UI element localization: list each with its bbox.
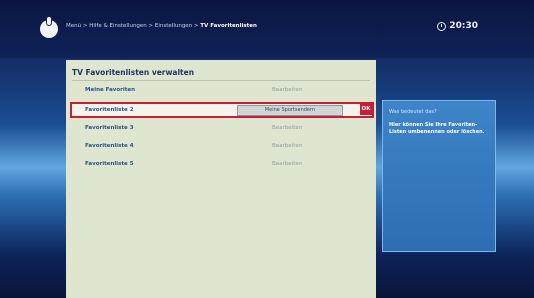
help-text: Hier können Sie Ihre Favoriten-Listen um… — [389, 122, 485, 135]
list-item-label: Favoritenliste 4 — [85, 143, 134, 149]
list-item-favoritenliste-2[interactable]: Favoritenliste 2 Meine Sportsendern — [70, 102, 374, 118]
help-panel: Was bedeutet das? Hier können Sie Ihre F… — [382, 100, 496, 252]
list-item-meine-favoriten[interactable]: Meine Favoriten Bearbeiten — [72, 84, 372, 96]
app-logo-icon — [40, 17, 58, 38]
list-item-label: Favoritenliste 3 — [85, 125, 134, 131]
list-item-favoritenliste-4[interactable]: Favoritenliste 4 Bearbeiten — [72, 140, 372, 152]
breadcrumb-path: Menü > Hilfe & Einstellungen > Einstellu… — [66, 23, 199, 29]
clock-time: 20:30 — [449, 21, 478, 31]
breadcrumb-current: TV Favoritenlisten — [200, 23, 257, 29]
list-item-value: Bearbeiten — [272, 87, 303, 93]
panel-title: TV Favoritenlisten verwalten — [72, 68, 195, 77]
help-title: Was bedeutet das? — [389, 109, 437, 115]
clock-icon — [437, 21, 447, 31]
list-item-label: Favoritenliste 2 — [85, 107, 134, 113]
clock: 20:30 — [437, 21, 478, 31]
ok-button[interactable]: OK — [360, 104, 372, 115]
list-item-label: Meine Favoriten — [85, 87, 136, 93]
top-bar: Menü > Hilfe & Einstellungen > Einstellu… — [0, 0, 534, 58]
list-item-value: Bearbeiten — [272, 161, 303, 167]
title-divider — [72, 80, 370, 81]
list-item-favoritenliste-5[interactable]: Favoritenliste 5 Bearbeiten — [72, 158, 372, 170]
name-input[interactable]: Meine Sportsendern — [237, 105, 343, 116]
list-item-favoritenliste-3[interactable]: Favoritenliste 3 Bearbeiten — [72, 122, 372, 134]
favorites-panel: TV Favoritenlisten verwalten Meine Favor… — [66, 60, 376, 298]
breadcrumb: Menü > Hilfe & Einstellungen > Einstellu… — [66, 23, 257, 29]
list-item-value: Bearbeiten — [272, 143, 303, 149]
list-item-value: Bearbeiten — [272, 125, 303, 131]
list-item-label: Favoritenliste 5 — [85, 161, 134, 167]
